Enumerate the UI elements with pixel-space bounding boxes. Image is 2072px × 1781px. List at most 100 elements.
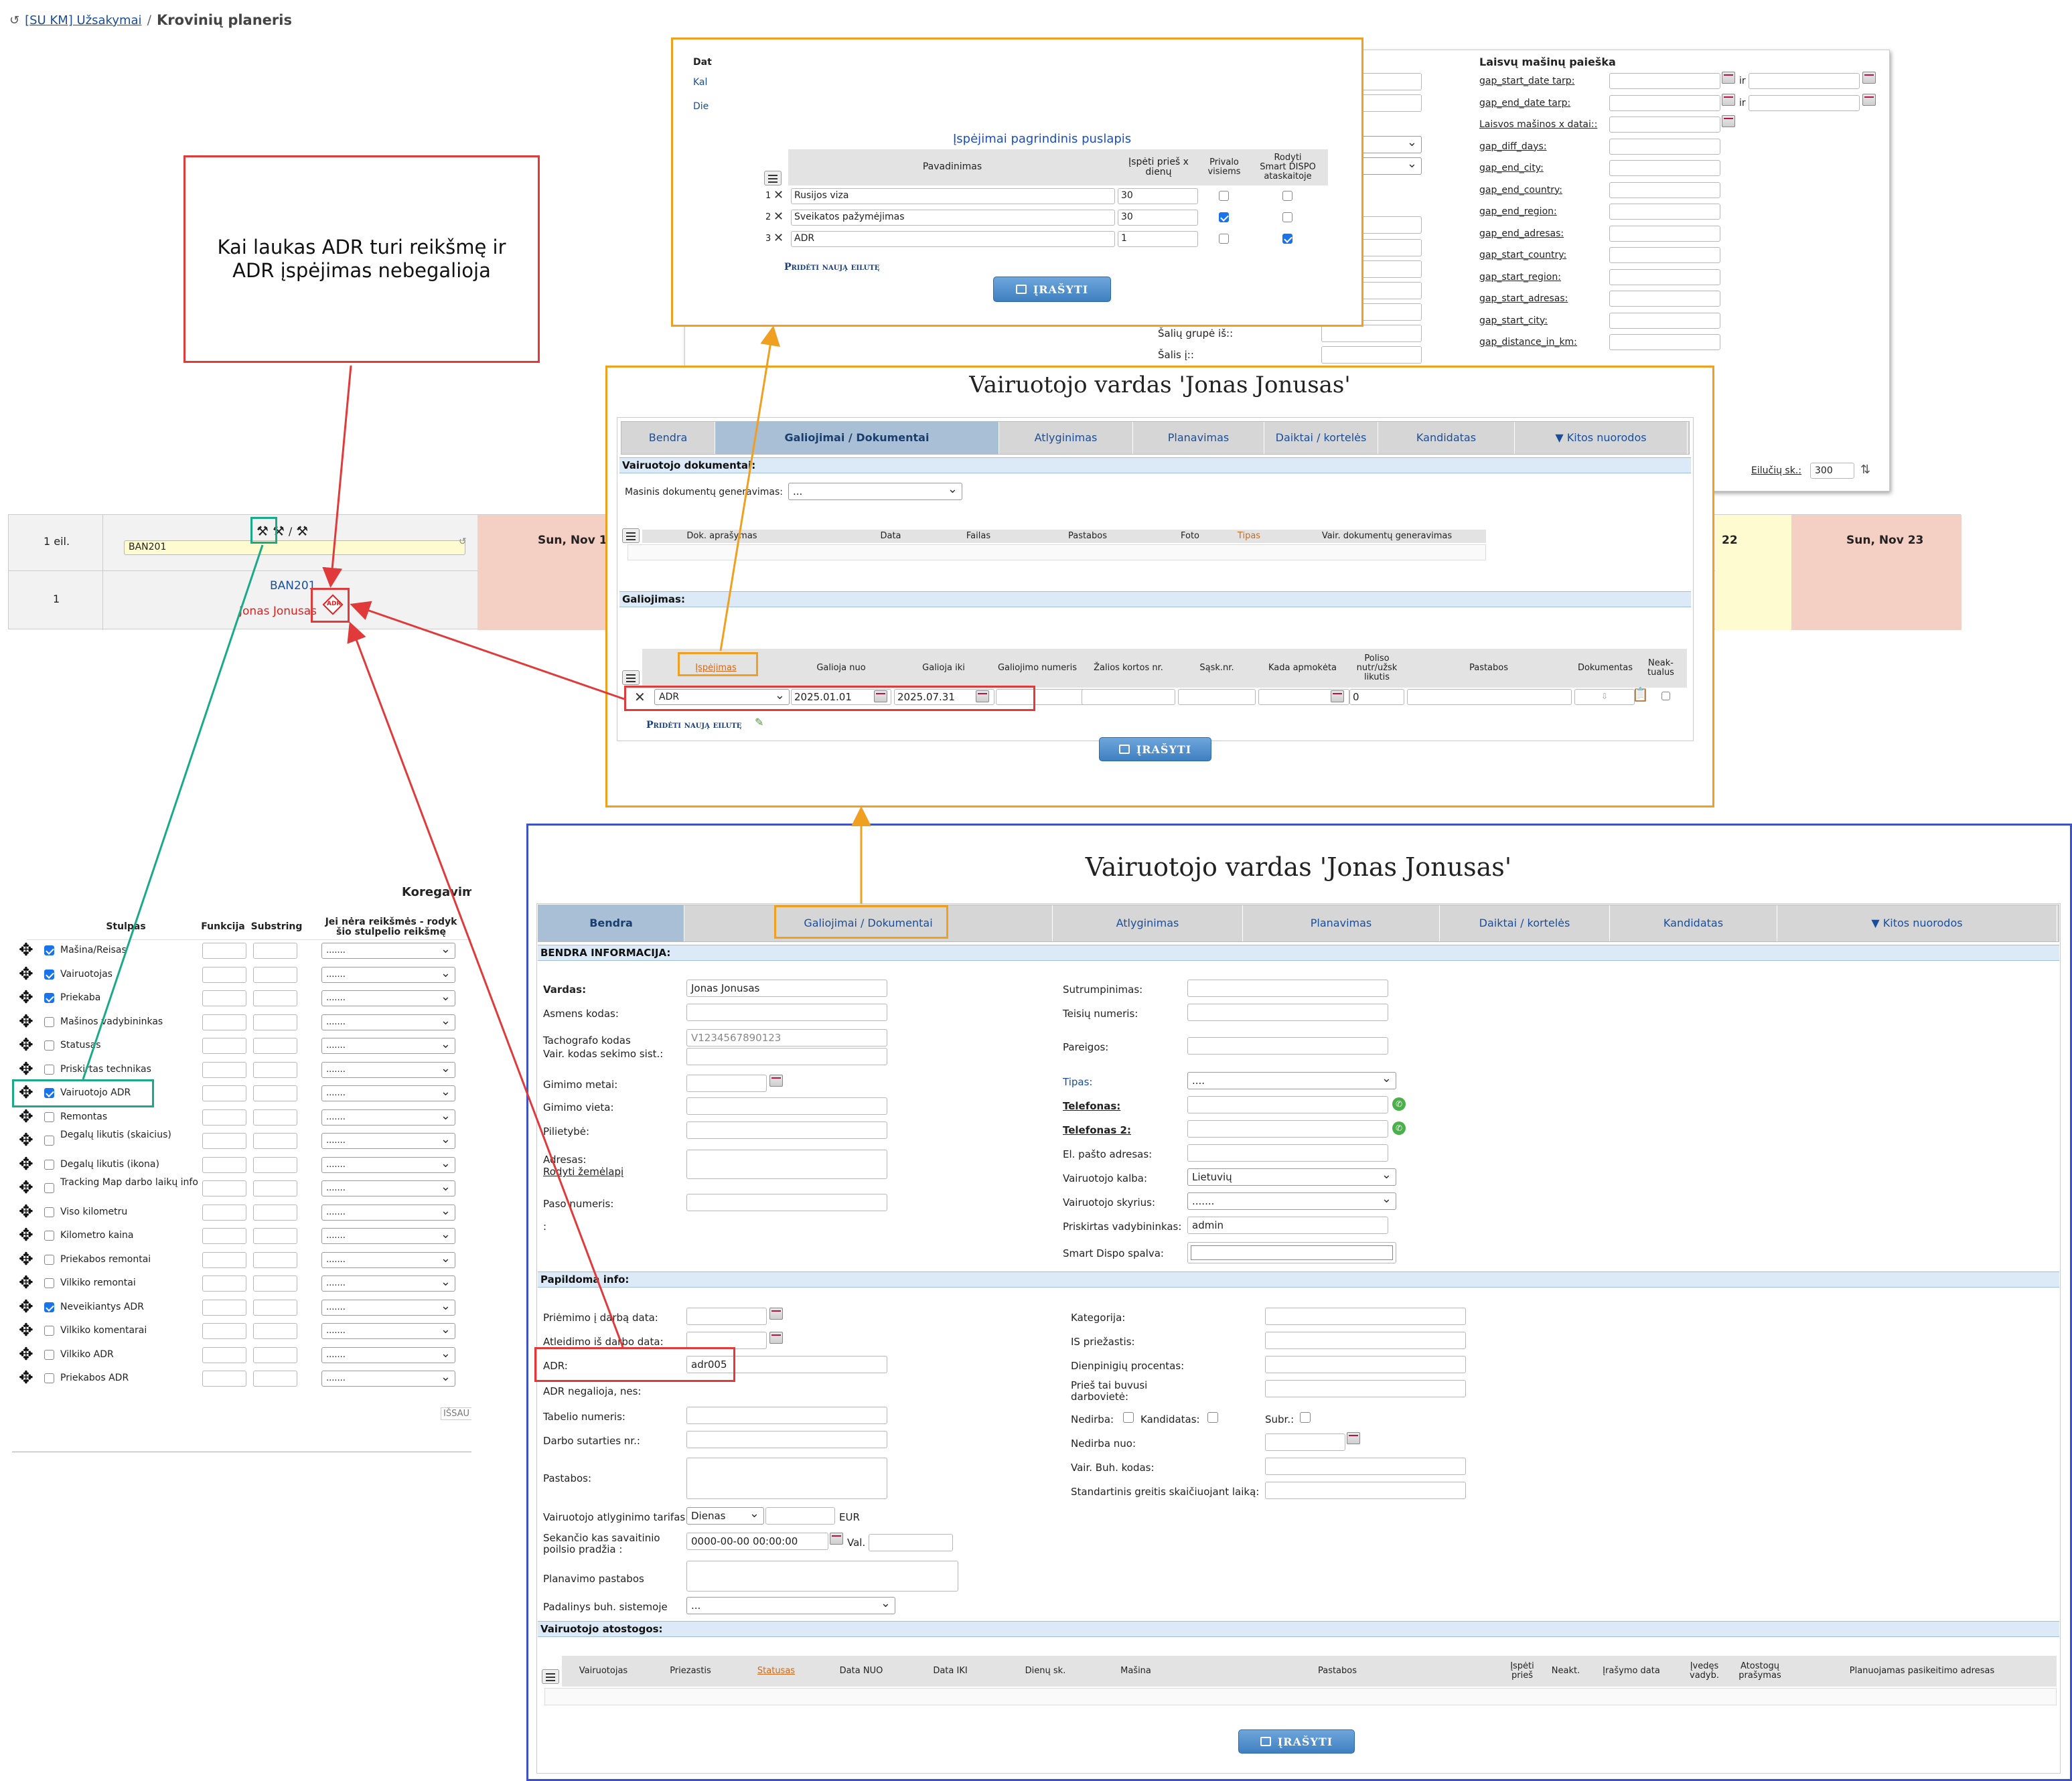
substring-input[interactable] xyxy=(253,1204,297,1221)
warning-name-input[interactable]: ADR xyxy=(791,231,1115,247)
driver-save-button[interactable]: ĮRAŠYTI xyxy=(1238,1729,1355,1754)
speed-input[interactable] xyxy=(1265,1482,1466,1499)
substring-input[interactable] xyxy=(253,1346,297,1363)
function-input[interactable] xyxy=(202,1038,246,1054)
tracking-code-input[interactable] xyxy=(686,1048,887,1065)
vacations-menu-icon[interactable] xyxy=(542,1669,559,1684)
tacho-input[interactable]: V1234567890123 xyxy=(686,1029,887,1047)
function-input[interactable] xyxy=(202,1299,246,1316)
column-visible-checkbox[interactable] xyxy=(44,1231,54,1241)
function-input[interactable] xyxy=(202,1156,246,1173)
function-input[interactable] xyxy=(202,1180,246,1196)
manager-input[interactable]: admin xyxy=(1187,1217,1388,1234)
search-field-input[interactable] xyxy=(1609,138,1720,155)
rows-count-input[interactable]: 300 xyxy=(1810,463,1854,479)
fallback-select[interactable]: ....... xyxy=(321,1156,455,1173)
fallback-select[interactable]: ....... xyxy=(321,1061,455,1078)
tab-planavimas[interactable]: Planavimas xyxy=(1133,422,1264,454)
citizenship-input[interactable] xyxy=(686,1121,887,1139)
drag-handle-icon[interactable]: ✥ xyxy=(19,1179,33,1196)
tab-atlyginimas[interactable]: Atlyginimas xyxy=(1053,905,1243,941)
search-field-input[interactable] xyxy=(1609,312,1720,329)
birth-year-calendar-icon[interactable] xyxy=(769,1075,783,1087)
cut-label-3[interactable]: Die xyxy=(693,101,709,112)
validity-notes-input[interactable] xyxy=(1407,689,1572,705)
drag-handle-icon[interactable]: ✥ xyxy=(19,1156,33,1173)
column-visible-checkbox[interactable] xyxy=(44,1136,54,1146)
name-input[interactable]: Jonas Jonusas xyxy=(686,980,887,997)
column-visible-checkbox[interactable] xyxy=(44,1207,54,1217)
column-visible-checkbox[interactable] xyxy=(44,1064,54,1075)
inactive-checkbox[interactable] xyxy=(1661,692,1670,700)
search-field-calendar-icon[interactable] xyxy=(1862,93,1876,106)
drag-handle-icon[interactable]: ✥ xyxy=(19,1132,33,1149)
category-input[interactable] xyxy=(1265,1308,1466,1325)
fallback-select[interactable]: ....... xyxy=(321,1251,455,1268)
drag-handle-icon[interactable]: ✥ xyxy=(19,1298,33,1316)
tab-bendra[interactable]: Bendra xyxy=(538,905,684,941)
search-field-input[interactable] xyxy=(1609,160,1720,176)
notes-textarea[interactable] xyxy=(686,1458,887,1499)
column-visible-checkbox[interactable] xyxy=(44,1016,54,1027)
green-card-input[interactable] xyxy=(1082,689,1175,705)
fallback-select[interactable]: ....... xyxy=(321,1204,455,1221)
fallback-select[interactable]: ....... xyxy=(321,1299,455,1316)
column-visible-checkbox[interactable] xyxy=(44,1278,54,1288)
birth-place-input[interactable] xyxy=(686,1097,887,1115)
search-field-input[interactable] xyxy=(1609,225,1720,242)
history-icon[interactable]: ↺ xyxy=(9,13,19,27)
license-input[interactable] xyxy=(1187,1004,1388,1021)
substring-input[interactable] xyxy=(253,1228,297,1244)
fallback-select[interactable]: ....... xyxy=(321,943,455,959)
column-visible-checkbox[interactable] xyxy=(44,1159,54,1170)
fallback-select[interactable]: ....... xyxy=(321,1323,455,1339)
function-input[interactable] xyxy=(202,1204,246,1221)
delete-row-icon[interactable]: ✕ xyxy=(773,232,784,244)
mandatory-checkbox[interactable] xyxy=(1219,191,1229,201)
column-visible-checkbox[interactable] xyxy=(44,1254,54,1265)
column-visible-checkbox[interactable] xyxy=(44,1040,54,1051)
duties-input[interactable] xyxy=(1187,1037,1388,1055)
function-input[interactable] xyxy=(202,943,246,959)
warning-days-input[interactable]: 1 xyxy=(1118,231,1198,247)
warning-days-input[interactable]: 30 xyxy=(1118,188,1198,204)
division-select[interactable]: ... xyxy=(686,1597,895,1614)
drag-handle-icon[interactable]: ✥ xyxy=(19,1108,33,1126)
warning-name-input[interactable]: Rusijos viza xyxy=(791,188,1115,204)
substring-input[interactable] xyxy=(253,943,297,959)
function-input[interactable] xyxy=(202,1133,246,1149)
function-input[interactable] xyxy=(202,1323,246,1339)
column-visible-checkbox[interactable] xyxy=(44,969,54,980)
substring-input[interactable] xyxy=(253,1371,297,1387)
validity-save-button[interactable]: ĮRAŠYTI xyxy=(1099,737,1211,761)
tab-atlyginimas[interactable]: Atlyginimas xyxy=(999,422,1133,454)
subr-checkbox[interactable] xyxy=(1300,1412,1311,1423)
substring-input[interactable] xyxy=(253,1133,297,1149)
tariff-amount-input[interactable] xyxy=(765,1507,835,1525)
sort-icon[interactable]: ⇅ xyxy=(1860,463,1870,477)
cut-label-2[interactable]: Kal xyxy=(693,77,707,88)
delete-row-icon[interactable]: ✕ xyxy=(773,211,784,223)
fallback-select[interactable]: ....... xyxy=(321,1085,455,1101)
personal-code-input[interactable] xyxy=(686,1004,887,1021)
tab-daiktai-kortel-s[interactable]: Daiktai / kortelės xyxy=(1440,905,1610,941)
drag-handle-icon[interactable]: ✥ xyxy=(19,989,33,1006)
column-visible-checkbox[interactable] xyxy=(44,1349,54,1360)
mandatory-checkbox[interactable] xyxy=(1219,234,1229,244)
tab--kitos-nuorodos[interactable]: ▼ Kitos nuorodos xyxy=(1777,905,2057,941)
drag-handle-icon[interactable]: ✥ xyxy=(19,1227,33,1244)
substring-input[interactable] xyxy=(253,1275,297,1292)
call2-icon[interactable]: ✆ xyxy=(1392,1121,1406,1135)
warnings-add-row-link[interactable]: Pridėti naują eilutę xyxy=(784,262,879,273)
prev-work-input[interactable] xyxy=(1265,1380,1466,1397)
validity-menu-icon[interactable] xyxy=(622,670,640,685)
phone2-input[interactable] xyxy=(1187,1120,1388,1138)
contract-no-input[interactable] xyxy=(686,1431,887,1448)
fallback-select[interactable]: ....... xyxy=(321,1228,455,1244)
acc-code-input[interactable] xyxy=(1265,1458,1466,1475)
mass-gen-select[interactable]: ... xyxy=(788,483,962,500)
tariff-select[interactable]: Dienas xyxy=(686,1507,764,1525)
search-field-input-to[interactable] xyxy=(1749,94,1860,111)
birth-year-input[interactable] xyxy=(686,1075,767,1092)
planner-search-input[interactable]: BAN201 xyxy=(124,540,465,555)
